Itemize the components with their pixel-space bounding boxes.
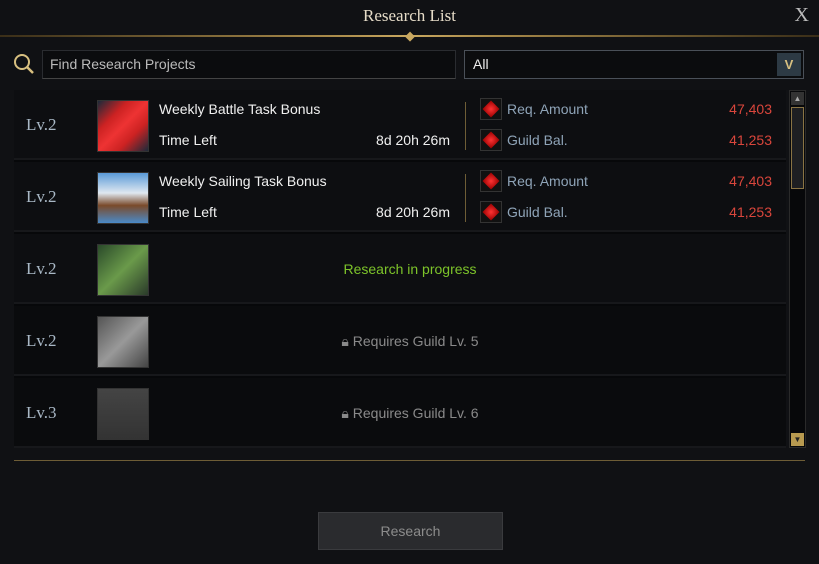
close-button[interactable]: X [795, 4, 809, 27]
divider [465, 174, 466, 222]
time-left-value: 8d 20h 26m [376, 132, 450, 148]
chevron-down-icon[interactable]: V [777, 53, 801, 76]
research-item[interactable]: Lv.3 🔒︎ Requires Guild Lv. 6 [14, 378, 786, 448]
status-text: Research in progress [343, 261, 477, 277]
scrollbar-thumb[interactable] [791, 107, 804, 189]
item-name: Weekly Battle Task Bonus [159, 101, 321, 117]
req-amount-label: Req. Amount [507, 173, 588, 189]
time-left-label: Time Left [159, 132, 217, 148]
search-input[interactable]: Find Research Projects [42, 50, 456, 79]
guild-balance-label: Guild Bal. [507, 132, 568, 148]
divider [465, 102, 466, 150]
guild-balance-value: 41,253 [729, 132, 772, 148]
window-title: Research List [363, 6, 456, 25]
research-list: Lv.2 Weekly Battle Task Bonus Time Left … [14, 90, 786, 448]
guild-balance-label: Guild Bal. [507, 204, 568, 220]
req-amount-label: Req. Amount [507, 101, 588, 117]
status-text: Requires Guild Lv. 6 [352, 405, 479, 421]
gem-icon [480, 201, 502, 223]
guild-balance-value: 41,253 [729, 204, 772, 220]
time-left-value: 8d 20h 26m [376, 204, 450, 220]
locked-status: 🔒︎ Requires Guild Lv. 6 [14, 405, 806, 422]
gem-icon [480, 170, 502, 192]
status-text: Requires Guild Lv. 5 [352, 333, 479, 349]
research-button[interactable]: Research [318, 512, 503, 550]
category-select-value: All [473, 56, 489, 72]
item-level: Lv.2 [26, 187, 57, 206]
scrollbar[interactable]: ▲ ▼ [789, 90, 806, 448]
item-name: Weekly Sailing Task Bonus [159, 173, 327, 189]
locked-status: 🔒︎ Requires Guild Lv. 5 [14, 333, 806, 350]
scroll-up-icon[interactable]: ▲ [791, 92, 804, 105]
research-item[interactable]: Lv.2 🔒︎ Requires Guild Lv. 5 [14, 306, 786, 376]
research-item[interactable]: Lv.2 Research in progress [14, 234, 786, 304]
item-level: Lv.2 [26, 115, 57, 134]
lock-icon: 🔒︎ [341, 405, 353, 421]
scroll-down-icon[interactable]: ▼ [791, 433, 804, 446]
research-item[interactable]: Lv.2 Weekly Battle Task Bonus Time Left … [14, 90, 786, 160]
research-item[interactable]: Lv.2 Weekly Sailing Task Bonus Time Left… [14, 162, 786, 232]
battle-banner-icon [97, 100, 149, 152]
sailing-ship-icon [97, 172, 149, 224]
req-amount-value: 47,403 [729, 173, 772, 189]
gem-icon [480, 98, 502, 120]
lock-icon: 🔒︎ [341, 333, 353, 349]
search-icon[interactable] [13, 53, 35, 75]
footer-divider [14, 460, 805, 461]
ornament-icon: ◆ [405, 28, 415, 43]
gem-icon [480, 129, 502, 151]
req-amount-value: 47,403 [729, 101, 772, 117]
time-left-label: Time Left [159, 204, 217, 220]
category-select[interactable]: All V [464, 50, 804, 79]
